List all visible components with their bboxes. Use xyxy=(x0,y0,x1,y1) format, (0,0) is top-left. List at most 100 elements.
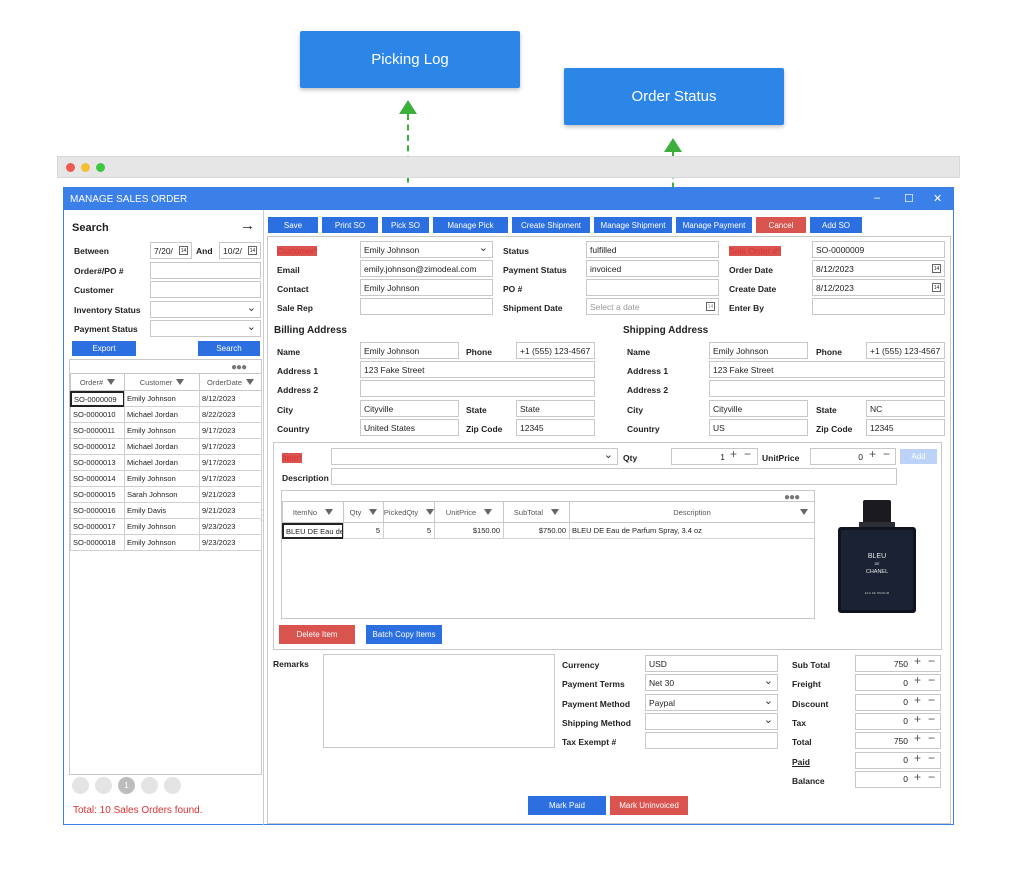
shipping-name-input[interactable]: Emily Johnson xyxy=(709,342,808,359)
price-plus-icon[interactable]: + xyxy=(869,447,876,461)
remarks-textarea[interactable] xyxy=(323,654,555,748)
header-order-no[interactable]: Order# xyxy=(70,373,125,391)
save-button[interactable]: Save xyxy=(268,217,318,233)
payment-method-select[interactable]: Paypal xyxy=(645,694,778,711)
payment-status-input[interactable]: invoiced xyxy=(586,260,719,277)
price-minus-icon[interactable]: − xyxy=(883,447,890,461)
paid-label[interactable]: Paid xyxy=(792,757,810,767)
table-row[interactable]: SO-0000018 Emily Johnson 9/23/2023 xyxy=(70,535,262,551)
print-so-button[interactable]: Print SO xyxy=(322,217,378,233)
shipping-city-input[interactable]: Cityville xyxy=(709,400,808,417)
next-page-button[interactable] xyxy=(141,777,158,794)
shipping-state-input[interactable]: NC xyxy=(866,400,945,417)
header-order-date[interactable]: OrderDate xyxy=(199,373,262,391)
header-unit-price[interactable]: UnitPrice xyxy=(434,501,504,523)
table-row[interactable]: SO-0000012 Michael Jordan 9/17/2023 xyxy=(70,439,262,455)
close-dot[interactable] xyxy=(66,163,75,172)
freight-plus-icon[interactable]: + xyxy=(914,673,921,687)
order-po-input[interactable] xyxy=(150,262,261,279)
billing-name-input[interactable]: Emily Johnson xyxy=(360,342,459,359)
subtotal-plus-icon[interactable]: + xyxy=(914,654,921,668)
table-row[interactable]: SO-0000009 Emily Johnson 8/12/2023 xyxy=(70,391,262,407)
billing-addr1-input[interactable]: 123 Fake Street xyxy=(360,361,595,378)
billing-city-input[interactable]: Cityville xyxy=(360,400,459,417)
enter-by-input[interactable] xyxy=(812,298,945,315)
billing-addr2-input[interactable] xyxy=(360,380,595,397)
header-qty[interactable]: Qty xyxy=(343,501,384,523)
shipping-phone-input[interactable]: +1 (555) 123-4567 xyxy=(866,342,945,359)
table-row[interactable]: SO-0000011 Emily Johnson 9/17/2023 xyxy=(70,423,262,439)
billing-country-input[interactable]: United States xyxy=(360,419,459,436)
calendar-icon[interactable]: 14 xyxy=(179,246,188,255)
to-date-input[interactable]: 10/2/14 xyxy=(219,242,261,259)
export-button[interactable]: Export xyxy=(72,341,136,356)
balance-plus-icon[interactable]: + xyxy=(914,770,921,784)
qty-plus-icon[interactable]: + xyxy=(730,447,737,461)
add-so-button[interactable]: Add SO xyxy=(810,217,862,233)
calendar-icon[interactable]: 14 xyxy=(932,264,941,273)
manage-payment-button[interactable]: Manage Payment xyxy=(676,217,752,233)
billing-state-input[interactable]: State xyxy=(516,400,595,417)
shipping-country-input[interactable]: US xyxy=(709,419,808,436)
table-row[interactable]: SO-0000017 Emily Johnson 9/23/2023 xyxy=(70,519,262,535)
discount-minus-icon[interactable]: − xyxy=(928,693,935,707)
manage-shipment-button[interactable]: Manage Shipment xyxy=(594,217,672,233)
po-input[interactable] xyxy=(586,279,719,296)
table-row[interactable]: SO-0000014 Emily Johnson 9/17/2023 xyxy=(70,471,262,487)
subtotal-minus-icon[interactable]: − xyxy=(928,654,935,668)
mark-uninvoiced-button[interactable]: Mark Uninvoiced xyxy=(610,796,688,815)
shipping-zip-input[interactable]: 12345 xyxy=(866,419,945,436)
search-button[interactable]: Search xyxy=(198,341,260,356)
customer-select[interactable]: Emily Johnson xyxy=(360,241,493,258)
email-input[interactable]: emily.johnson@zimodeal.com xyxy=(360,260,493,277)
search-arrow-icon[interactable]: → xyxy=(240,217,255,234)
payment-status-select[interactable] xyxy=(150,320,261,337)
table-row[interactable]: SO-0000016 Emily Davis 9/21/2023 xyxy=(70,503,262,519)
header-subtotal[interactable]: SubTotal xyxy=(503,501,570,523)
create-shipment-button[interactable]: Create Shipment xyxy=(512,217,590,233)
filter-icon[interactable] xyxy=(369,509,378,515)
header-item-no[interactable]: ItemNo xyxy=(282,501,344,523)
tax-exempt-input[interactable] xyxy=(645,732,778,749)
filter-icon[interactable] xyxy=(551,509,560,515)
billing-zip-input[interactable]: 12345 xyxy=(516,419,595,436)
freight-minus-icon[interactable]: − xyxy=(928,673,935,687)
add-item-button[interactable]: Add xyxy=(900,449,937,464)
prev-page-button[interactable] xyxy=(95,777,112,794)
total-minus-icon[interactable]: − xyxy=(928,731,935,745)
minimize-icon[interactable]: – xyxy=(874,192,880,204)
total-plus-icon[interactable]: + xyxy=(914,731,921,745)
delete-item-button[interactable]: Delete Item xyxy=(279,625,355,644)
qty-minus-icon[interactable]: − xyxy=(744,447,751,461)
maximize-dot[interactable] xyxy=(96,163,105,172)
balance-minus-icon[interactable]: − xyxy=(928,770,935,784)
header-picked-qty[interactable]: PickedQty xyxy=(383,501,435,523)
discount-plus-icon[interactable]: + xyxy=(914,693,921,707)
inventory-status-select[interactable] xyxy=(150,301,261,318)
shipping-addr2-input[interactable] xyxy=(709,380,945,397)
last-page-button[interactable] xyxy=(164,777,181,794)
paid-plus-icon[interactable]: + xyxy=(914,751,921,765)
table-row[interactable]: SO-0000015 Sarah Johnson 9/21/2023 xyxy=(70,487,262,503)
mark-paid-button[interactable]: Mark Paid xyxy=(528,796,606,815)
tax-minus-icon[interactable]: − xyxy=(928,712,935,726)
table-row[interactable]: BLEU DE Eau de Pa55$150.00$750.00BLEU DE… xyxy=(282,523,815,539)
contact-input[interactable]: Emily Johnson xyxy=(360,279,493,296)
shipment-date-input[interactable]: Select a date 14 xyxy=(586,298,719,315)
paid-minus-icon[interactable]: − xyxy=(928,751,935,765)
manage-pick-button[interactable]: Manage Pick xyxy=(433,217,508,233)
header-customer[interactable]: Customer xyxy=(124,373,200,391)
sale-order-input[interactable]: SO-0000009 xyxy=(812,241,945,258)
status-input[interactable]: fulfilled xyxy=(586,241,719,258)
more-options-icon[interactable]: ●●● xyxy=(231,362,247,373)
close-icon[interactable]: ✕ xyxy=(933,192,942,205)
filter-icon[interactable] xyxy=(800,509,808,515)
filter-icon[interactable] xyxy=(484,509,493,515)
currency-input[interactable]: USD xyxy=(645,655,778,672)
filter-icon[interactable] xyxy=(426,509,435,515)
maximize-icon[interactable]: ☐ xyxy=(904,192,914,205)
from-date-input[interactable]: 7/20/14 xyxy=(150,242,192,259)
payment-terms-select[interactable]: Net 30 xyxy=(645,674,778,691)
customer-search-input[interactable] xyxy=(150,281,261,298)
minimize-dot[interactable] xyxy=(81,163,90,172)
